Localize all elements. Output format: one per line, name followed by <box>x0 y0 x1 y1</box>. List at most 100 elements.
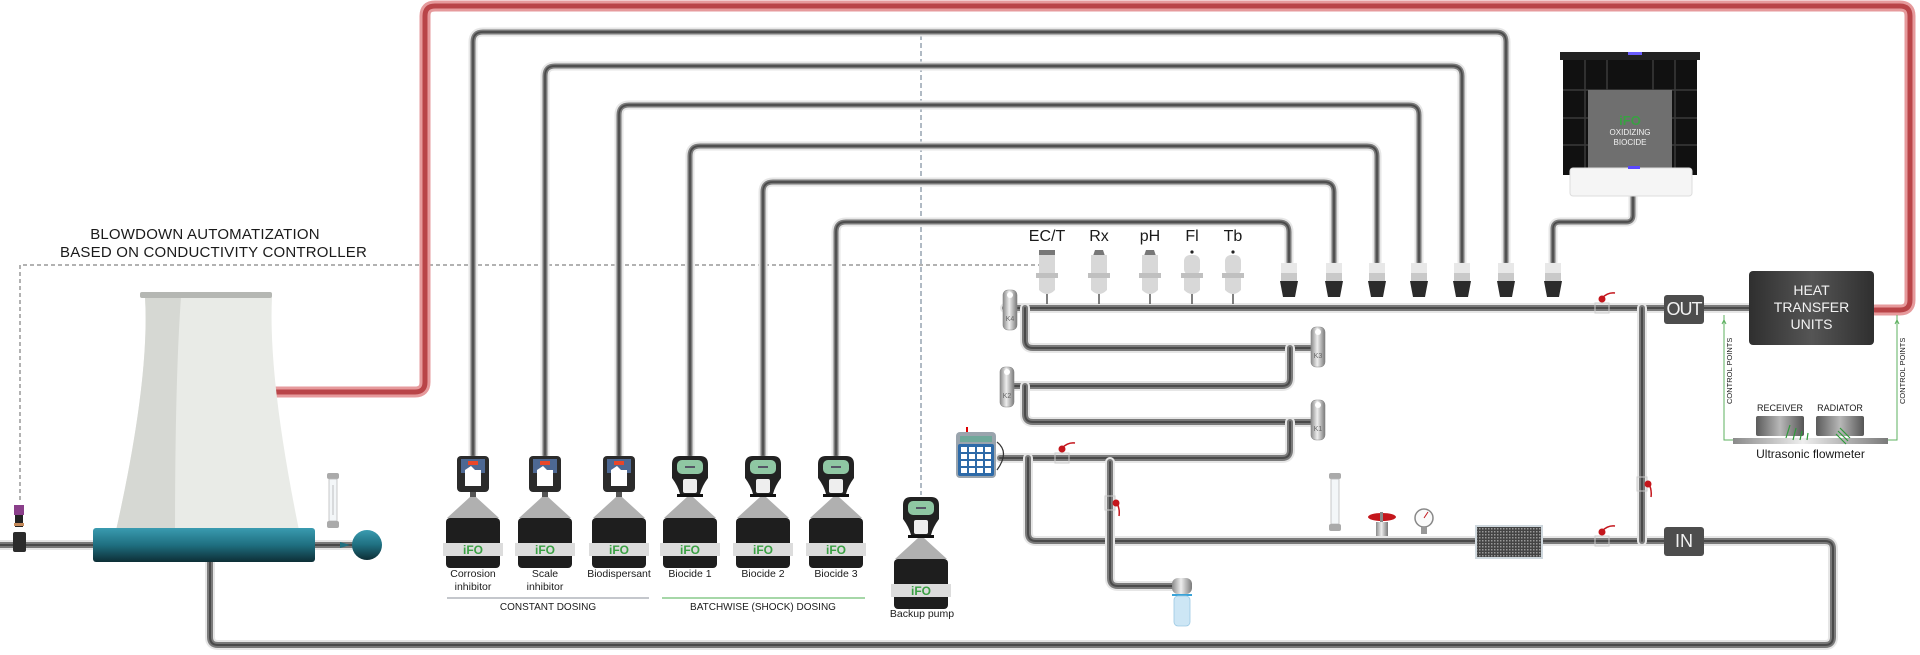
ultrasonic-flowmeter <box>1733 416 1888 445</box>
pump-scale-inhibitor[interactable]: iFO <box>515 456 575 568</box>
keypad-key[interactable] <box>969 454 975 459</box>
injection-fittings <box>1280 263 1562 297</box>
keypad-key[interactable] <box>969 447 975 452</box>
pump-label-line1: Scale <box>531 568 559 580</box>
keypad-key[interactable] <box>977 461 983 466</box>
flowmeter-label: Ultrasonic flowmeter <box>1756 447 1865 461</box>
brand-logo: iFO <box>609 543 629 557</box>
keypad-key[interactable] <box>985 461 991 466</box>
pump-label-line1: Biocide 1 <box>668 568 712 580</box>
dosing-line-corrosion-inhibitor <box>468 27 1511 460</box>
keypad-key[interactable] <box>969 468 975 473</box>
pump-biodispersant[interactable]: iFO <box>589 456 649 568</box>
brand-logo: iFO <box>463 543 483 557</box>
brand-logo: iFO <box>911 584 931 598</box>
injection-fitting <box>1325 263 1343 297</box>
pump-label-line1: Biodispersant <box>587 568 651 580</box>
out-port-label: OUT <box>1666 299 1703 319</box>
pump-backup[interactable]: iFO <box>891 497 951 609</box>
dosing-line-biodispersant <box>614 100 1424 460</box>
coupon-label: K3 <box>1313 353 1323 360</box>
controller-device[interactable] <box>956 427 1005 478</box>
coupon-branch-k3-k2 <box>1000 343 1295 391</box>
receiver-label: RECEIVER <box>1756 403 1803 413</box>
basin-rotameter <box>327 473 339 528</box>
keypad-key[interactable] <box>977 454 983 459</box>
radiator-label: RADIATOR <box>1817 403 1863 413</box>
injection-fitting <box>1453 263 1471 297</box>
keypad-key[interactable] <box>985 468 991 473</box>
pump-label-line1: Biocide 2 <box>741 568 785 580</box>
tank-label: iFO OXIDIZING BIOCIDE <box>1590 114 1670 148</box>
injection-fitting <box>1497 263 1515 297</box>
keypad-key[interactable] <box>961 468 967 473</box>
injection-fitting <box>1544 263 1562 297</box>
constant-dosing-label: CONSTANT DOSING <box>499 602 597 613</box>
brand-logo: iFO <box>535 543 555 557</box>
pump-label-scale-inhibitor: Scale inhibitor <box>505 568 585 594</box>
tank-brand: iFO <box>1619 113 1641 128</box>
coupon-label: K1 <box>1313 426 1323 433</box>
coupon-rack-k3 <box>1310 326 1326 368</box>
heat-transfer-line2: TRANSFER <box>1773 299 1850 315</box>
pressure-gauge <box>1414 508 1434 534</box>
coupon-branch-k1-controller <box>995 417 1295 463</box>
keypad-key[interactable] <box>977 447 983 452</box>
heat-transfer-line1: HEAT <box>1793 282 1830 298</box>
injection-fitting <box>1410 263 1428 297</box>
line-rotameter <box>1329 473 1341 531</box>
keypad-key[interactable] <box>985 454 991 459</box>
blowdown-title-line1: BLOWDOWN AUTOMATIZATION <box>90 226 320 243</box>
tank-label-line1: OXIDIZING <box>1609 128 1651 137</box>
coupon-rack-k1 <box>1310 399 1326 441</box>
pump-biocide-1[interactable]: iFO <box>660 456 720 568</box>
heat-transfer-label: HEAT TRANSFER UNITS <box>1749 282 1874 333</box>
heat-transfer-line3: UNITS <box>1790 316 1833 332</box>
pump-label-biocide-1: Biocide 1 <box>650 568 730 581</box>
pump-label-biocide-2: Biocide 2 <box>723 568 803 581</box>
sensor-label-rx: Rx <box>1089 228 1109 245</box>
sensor-label-fl: Fl <box>1185 228 1199 245</box>
injection-fitting <box>1280 263 1298 297</box>
filter-cartridge <box>1172 578 1192 627</box>
cooling-tower-dosing-diagram: iFO iFO iFO iFO iFO iFO iFO <box>0 0 1916 650</box>
dosing-line-biocide-1 <box>685 141 1382 460</box>
pump-biocide-2[interactable]: iFO <box>733 456 793 568</box>
keypad-key[interactable] <box>961 461 967 466</box>
pump-corrosion-inhibitor[interactable]: iFO <box>443 456 503 568</box>
keypad-key[interactable] <box>977 468 983 473</box>
in-port-label: IN <box>1675 531 1693 551</box>
blowdown-title: BLOWDOWN AUTOMATIZATION BASED ON CONDUCT… <box>60 226 368 262</box>
pump-label-line2: inhibitor <box>526 581 564 593</box>
pump-label-corrosion-inhibitor: Corrosion inhibitor <box>433 568 513 594</box>
coupon-rack-k2 <box>999 366 1015 408</box>
return-line <box>1023 453 1669 546</box>
keypad-key[interactable] <box>985 447 991 452</box>
pump-label-line2: inhibitor <box>454 581 492 593</box>
control-points-left: CONTROL POINTS <box>1725 337 1734 404</box>
sensor-array <box>1036 250 1244 304</box>
filter-branch <box>1105 457 1177 591</box>
sensor-tb <box>1222 250 1244 304</box>
coupon-branch-k4-k3 <box>1020 303 1315 353</box>
blowdown-title-line2: BASED ON CONDUCTIVITY CONTROLLER <box>60 244 368 261</box>
keypad-key[interactable] <box>961 454 967 459</box>
pump-label-line1: Corrosion <box>450 568 496 580</box>
sensor-label-ph: pH <box>1139 228 1161 245</box>
injection-fitting <box>1368 263 1386 297</box>
gate-valve[interactable] <box>1368 512 1396 536</box>
cooling-tower <box>115 292 300 535</box>
brand-logo: iFO <box>680 543 700 557</box>
blowdown-valve[interactable] <box>13 505 26 552</box>
brand-logo: iFO <box>753 543 773 557</box>
pump-biocide-3[interactable]: iFO <box>806 456 866 568</box>
coupon-branch-k2-k1 <box>1020 381 1315 427</box>
sensor-ec-t <box>1036 250 1058 304</box>
keypad-key[interactable] <box>961 447 967 452</box>
sensor-fl <box>1181 250 1203 304</box>
coupon-label: K2 <box>1002 393 1012 400</box>
pump-label-biodispersant: Biodispersant <box>579 568 659 581</box>
sensor-label-tb: Tb <box>1223 228 1243 245</box>
keypad-key[interactable] <box>969 461 975 466</box>
sensor-label-ec-t: EC/T <box>1028 228 1066 245</box>
